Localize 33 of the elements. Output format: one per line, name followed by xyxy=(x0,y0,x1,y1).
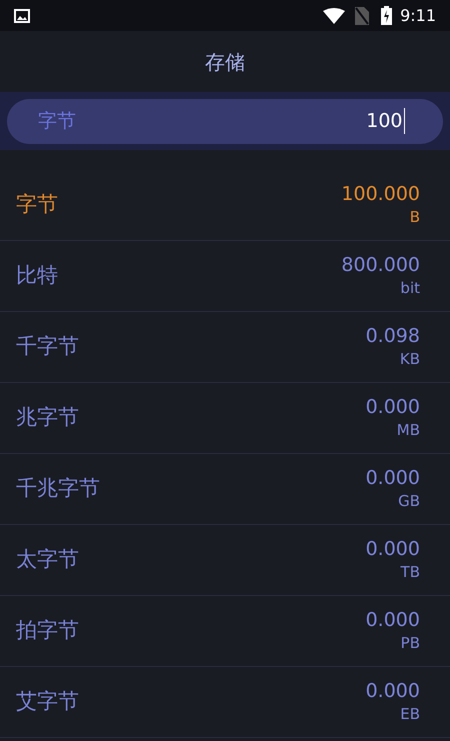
unit-symbol: KB xyxy=(400,349,420,370)
page-title: 存储 xyxy=(205,48,245,76)
unit-symbol: MB xyxy=(396,420,420,441)
unit-name: 字节 xyxy=(16,191,59,218)
converted-value: 0.098 xyxy=(366,324,420,348)
converted-value: 800.000 xyxy=(341,253,420,277)
input-bar[interactable]: 字节 100 xyxy=(7,98,443,144)
unit-name: 千兆字节 xyxy=(16,475,101,502)
unit-label[interactable]: 字节 xyxy=(38,106,76,136)
converted-value: 100.000 xyxy=(341,182,420,206)
unit-name: 千字节 xyxy=(16,333,80,360)
unit-symbol: PB xyxy=(400,633,420,654)
converted-value: 0.000 xyxy=(366,395,420,419)
text-cursor xyxy=(404,108,405,134)
unit-name: 比特 xyxy=(16,262,59,290)
unit-symbol: TB xyxy=(400,562,420,583)
unit-symbol: EB xyxy=(400,704,420,725)
unit-name: 艾字节 xyxy=(16,688,80,716)
unit-symbol: GB xyxy=(398,491,420,512)
unit-symbol: bit xyxy=(400,278,420,299)
converted-value: 0.000 xyxy=(366,679,420,703)
converted-value: 0.000 xyxy=(366,466,420,490)
wifi-icon xyxy=(323,8,346,24)
battery-charging-icon xyxy=(381,6,392,25)
unit-name: 兆字节 xyxy=(16,404,80,432)
unit-name: 拍字节 xyxy=(16,617,80,644)
converted-value: 0.000 xyxy=(366,608,420,632)
unit-name: 太字节 xyxy=(16,546,80,574)
unit-symbol: B xyxy=(410,207,420,228)
image-icon xyxy=(14,8,30,22)
converted-value: 0.000 xyxy=(366,537,420,561)
no-sim-icon xyxy=(355,6,370,24)
clock-time: 9:11 xyxy=(400,4,436,26)
